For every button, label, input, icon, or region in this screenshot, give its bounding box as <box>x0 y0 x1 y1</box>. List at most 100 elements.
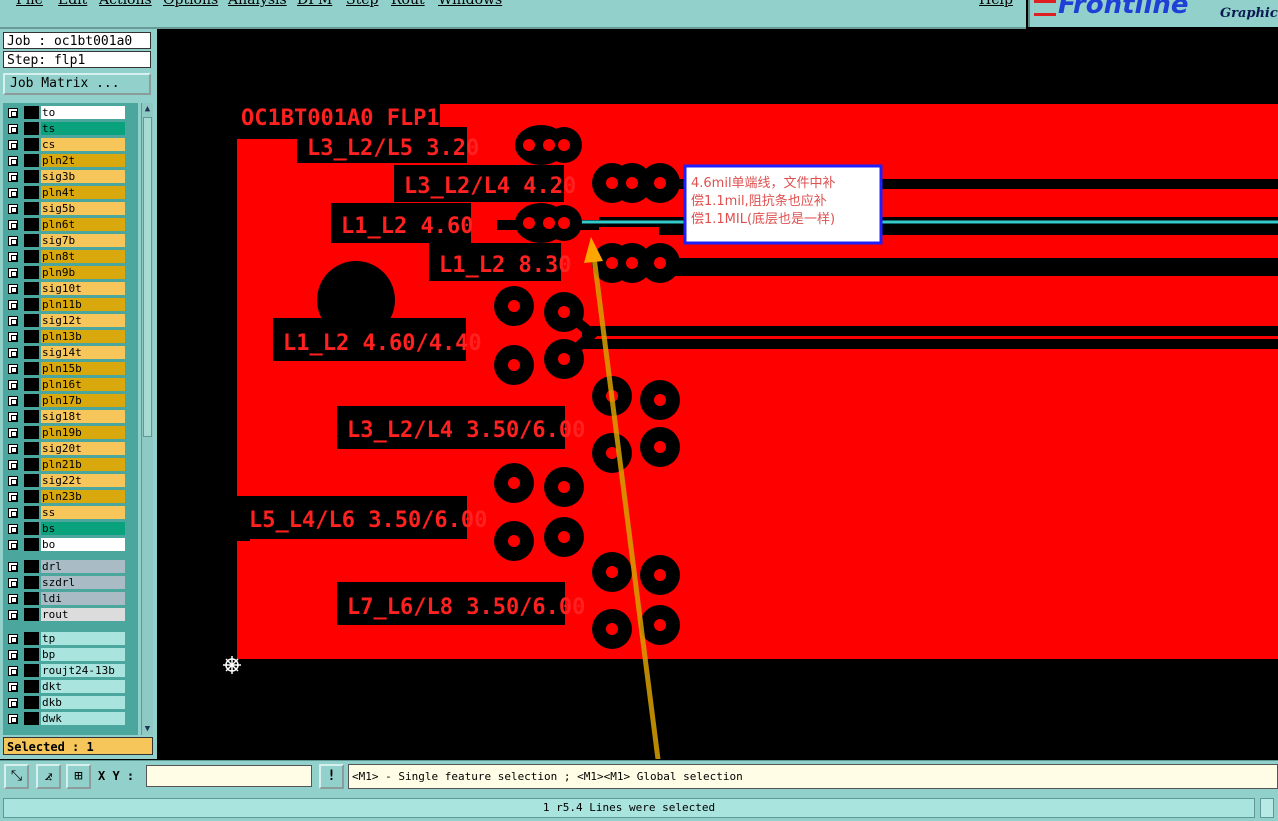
warning-button[interactable]: ! <box>319 764 344 789</box>
scroll-up-icon[interactable]: ▲ <box>142 103 153 115</box>
layer-checkbox[interactable] <box>8 682 18 692</box>
layer-name[interactable]: ss <box>41 506 125 519</box>
layer-name[interactable]: pln9b <box>41 266 125 279</box>
layer-checkbox[interactable] <box>8 300 18 310</box>
layer-name[interactable]: pln19b <box>41 426 125 439</box>
layer-row-roujt24-13b[interactable]: roujt24-13b <box>3 663 125 678</box>
measure-icon[interactable]: ⦨ <box>36 764 61 789</box>
layer-checkbox[interactable] <box>8 188 18 198</box>
menu-windows[interactable]: Windows <box>438 0 502 8</box>
layer-checkbox[interactable] <box>8 252 18 262</box>
menu-rout[interactable]: Rout <box>391 0 425 8</box>
layer-row-sig20t[interactable]: sig20t <box>3 441 125 456</box>
layer-checkbox[interactable] <box>8 492 18 502</box>
layer-checkbox[interactable] <box>8 172 18 182</box>
xy-coordinate-input[interactable] <box>146 765 312 787</box>
layer-row-pln19b[interactable]: pln19b <box>3 425 125 440</box>
layer-name[interactable]: ldi <box>41 592 125 605</box>
layer-row-sig5b[interactable]: sig5b <box>3 201 125 216</box>
layer-checkbox[interactable] <box>8 666 18 676</box>
layer-row-bo[interactable]: bo <box>3 537 125 552</box>
layer-checkbox[interactable] <box>8 476 18 486</box>
zoom-area-icon[interactable]: ⤡ <box>4 764 29 789</box>
layer-row-to[interactable]: to <box>3 105 125 120</box>
layer-checkbox[interactable] <box>8 578 18 588</box>
layer-row-ss[interactable]: ss <box>3 505 125 520</box>
layer-name[interactable]: szdrl <box>41 576 125 589</box>
layer-checkbox[interactable] <box>8 594 18 604</box>
job-matrix-button[interactable]: Job Matrix ... <box>3 73 151 95</box>
layer-row-pln13b[interactable]: pln13b <box>3 329 125 344</box>
layer-row-dkt[interactable]: dkt <box>3 679 125 694</box>
layer-name[interactable]: sig10t <box>41 282 125 295</box>
layer-row-cs[interactable]: cs <box>3 137 125 152</box>
menu-help[interactable]: Help <box>979 0 1013 8</box>
layer-name[interactable]: drl <box>41 560 125 573</box>
layer-checkbox[interactable] <box>8 284 18 294</box>
layer-checkbox[interactable] <box>8 634 18 644</box>
layer-checkbox[interactable] <box>8 156 18 166</box>
layer-name[interactable]: sig18t <box>41 410 125 423</box>
layer-name[interactable]: pln13b <box>41 330 125 343</box>
layer-checkbox[interactable] <box>8 364 18 374</box>
layer-row-ts[interactable]: ts <box>3 121 125 136</box>
layer-row-sig22t[interactable]: sig22t <box>3 473 125 488</box>
menu-actions[interactable]: Actions <box>99 0 152 8</box>
menu-step[interactable]: Step <box>346 0 378 8</box>
layer-checkbox[interactable] <box>8 698 18 708</box>
menu-file[interactable]: File <box>16 0 43 8</box>
layer-name[interactable]: pln17b <box>41 394 125 407</box>
layer-checkbox[interactable] <box>8 412 18 422</box>
layer-name[interactable]: sig22t <box>41 474 125 487</box>
layer-checkbox[interactable] <box>8 268 18 278</box>
layer-row-pln4t[interactable]: pln4t <box>3 185 125 200</box>
layer-name[interactable]: pln6t <box>41 218 125 231</box>
layer-row-dwk[interactable]: dwk <box>3 711 125 726</box>
layer-name[interactable]: pln23b <box>41 490 125 503</box>
layer-name[interactable]: cs <box>41 138 125 151</box>
layer-row-ldi[interactable]: ldi <box>3 591 125 606</box>
board-view[interactable]: OC1BT001A0 FLP1 L3_L2/L5 3.20 L3_L2/L4 4… <box>157 29 1278 759</box>
layer-row-pln23b[interactable]: pln23b <box>3 489 125 504</box>
layer-checkbox[interactable] <box>8 714 18 724</box>
layer-name[interactable]: pln21b <box>41 458 125 471</box>
scroll-down-icon[interactable]: ▼ <box>142 723 153 735</box>
graphic-editor-canvas[interactable]: OC1BT001A0 FLP1 L3_L2/L5 3.20 L3_L2/L4 4… <box>157 29 1278 759</box>
layer-row-pln2t[interactable]: pln2t <box>3 153 125 168</box>
menu-options[interactable]: Options <box>163 0 218 8</box>
layer-name[interactable]: tp <box>41 632 125 645</box>
layer-checkbox[interactable] <box>8 236 18 246</box>
layer-checkbox[interactable] <box>8 444 18 454</box>
layer-row-sig14t[interactable]: sig14t <box>3 345 125 360</box>
layer-name[interactable]: pln8t <box>41 250 125 263</box>
layer-name[interactable]: rout <box>41 608 125 621</box>
layer-name[interactable]: dwk <box>41 712 125 725</box>
menu-edit[interactable]: Edit <box>58 0 87 8</box>
layer-checkbox[interactable] <box>8 460 18 470</box>
layer-name[interactable]: sig5b <box>41 202 125 215</box>
layer-row-sig12t[interactable]: sig12t <box>3 313 125 328</box>
layer-list-scrollbar[interactable]: ▲ ▼ <box>141 103 153 735</box>
layer-checkbox[interactable] <box>8 348 18 358</box>
layer-row-pln11b[interactable]: pln11b <box>3 297 125 312</box>
layer-row-pln8t[interactable]: pln8t <box>3 249 125 264</box>
layer-name[interactable]: sig7b <box>41 234 125 247</box>
layer-checkbox[interactable] <box>8 108 18 118</box>
layer-name[interactable]: roujt24-13b <box>41 664 125 677</box>
layer-name[interactable]: dkb <box>41 696 125 709</box>
layer-row-pln9b[interactable]: pln9b <box>3 265 125 280</box>
layer-row-pln16t[interactable]: pln16t <box>3 377 125 392</box>
layer-name[interactable]: bo <box>41 538 125 551</box>
layer-name[interactable]: sig3b <box>41 170 125 183</box>
layer-row-sig7b[interactable]: sig7b <box>3 233 125 248</box>
layer-checkbox[interactable] <box>8 562 18 572</box>
layer-name[interactable]: pln15b <box>41 362 125 375</box>
layer-checkbox[interactable] <box>8 380 18 390</box>
layer-name[interactable]: sig20t <box>41 442 125 455</box>
layer-row-pln17b[interactable]: pln17b <box>3 393 125 408</box>
layer-name[interactable]: ts <box>41 122 125 135</box>
layer-row-pln6t[interactable]: pln6t <box>3 217 125 232</box>
layer-name[interactable]: sig14t <box>41 346 125 359</box>
layer-row-tp[interactable]: tp <box>3 631 125 646</box>
layer-checkbox[interactable] <box>8 204 18 214</box>
